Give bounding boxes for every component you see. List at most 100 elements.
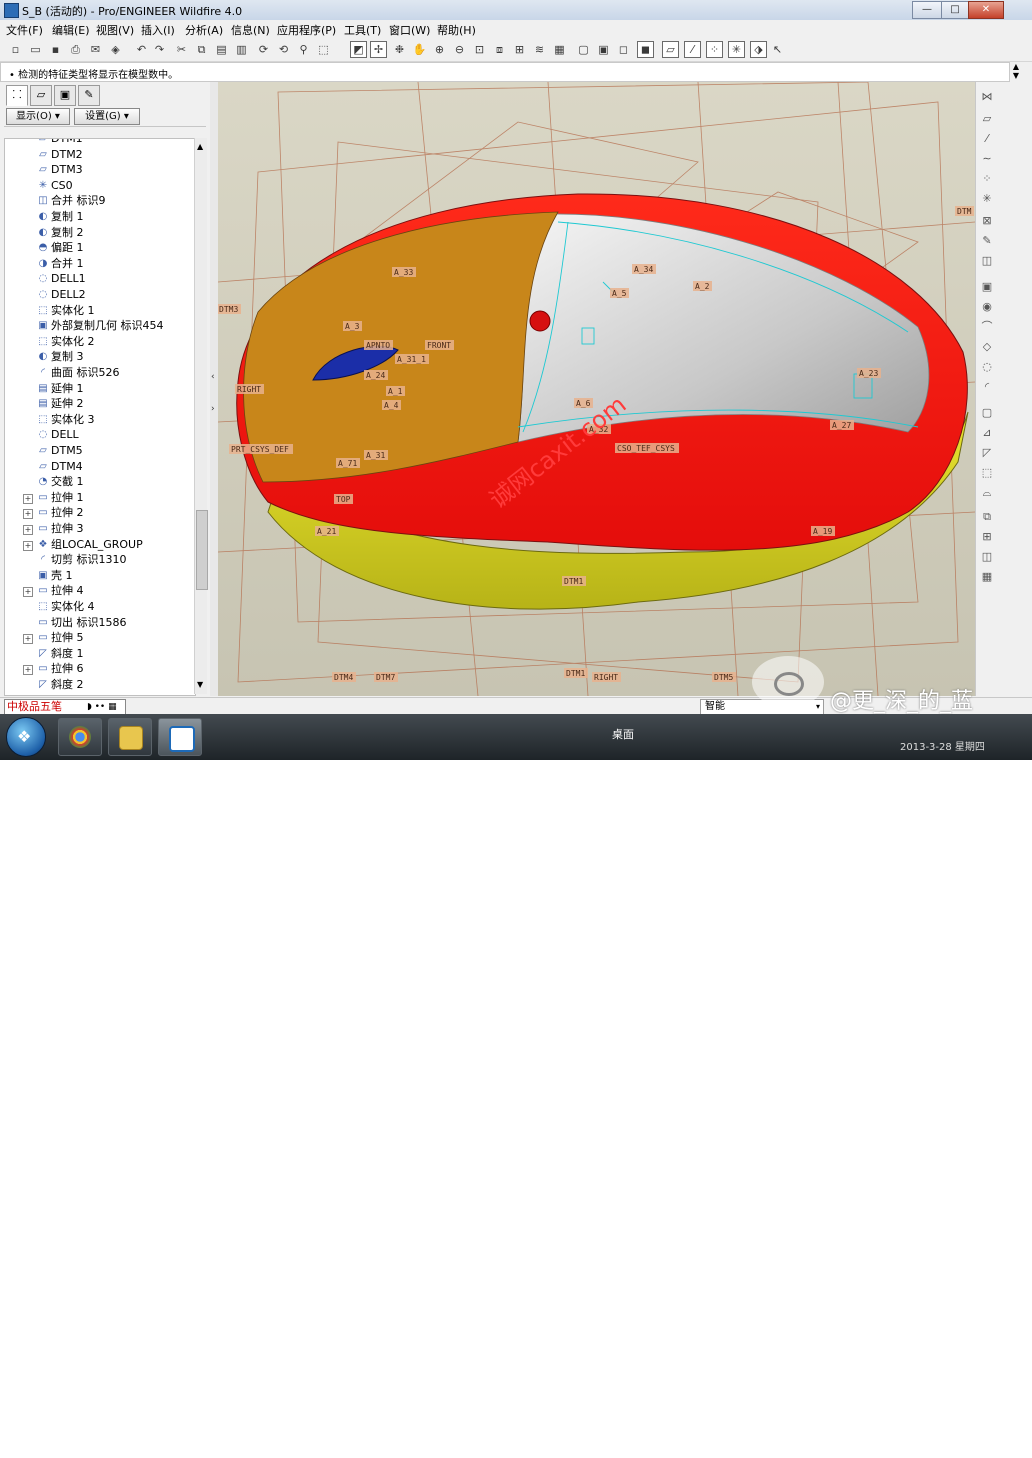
wireframe-icon[interactable]: ▢: [576, 42, 591, 57]
tree-item[interactable]: ◸ 斜度 2: [5, 677, 195, 693]
menu-info[interactable]: 信息(N): [231, 22, 270, 38]
hidden-line-icon[interactable]: ▣: [596, 42, 611, 57]
datum-axes-toggle-icon[interactable]: ⁄: [684, 41, 701, 58]
tree-item[interactable]: ◓ 偏距 1: [5, 240, 195, 256]
tree-item[interactable]: ▱ DTM5: [5, 443, 195, 459]
datum-label[interactable]: DTM4: [332, 672, 356, 682]
sketch2-tool-icon[interactable]: ◫: [980, 254, 994, 268]
analysis-tool-icon[interactable]: ⊠: [980, 214, 994, 228]
datum-label[interactable]: A_3: [343, 321, 362, 331]
shading-icon[interactable]: ◼: [637, 41, 654, 58]
datum-label[interactable]: A_2: [693, 281, 712, 291]
paste-icon[interactable]: ▤: [214, 42, 229, 57]
tree-item[interactable]: + ▭ 拉伸 4: [5, 583, 195, 599]
layers-icon[interactable]: ≋: [532, 42, 547, 57]
tree-item[interactable]: + ▭ 拉伸 2: [5, 505, 195, 521]
datum-label[interactable]: A_33: [392, 267, 416, 277]
rib-tool-icon[interactable]: ⊿: [980, 426, 994, 440]
paste-special-icon[interactable]: ▥: [234, 42, 249, 57]
pattern-tool-icon[interactable]: ⊞: [980, 530, 994, 544]
expand-icon[interactable]: +: [23, 540, 33, 551]
datum-label[interactable]: RIGHT: [592, 672, 621, 682]
tree-item[interactable]: ▱ DTM4: [5, 459, 195, 475]
datum-label[interactable]: DTM: [955, 206, 974, 216]
graphics-viewport[interactable]: A_33 A_34 A_5 A_2 A_3 A_6 A_1 A_4 A_23 A_27 A_32 A_…: [218, 82, 975, 696]
tree-item[interactable]: + ▭ 拉伸 6: [5, 661, 195, 677]
expand-icon[interactable]: +: [23, 587, 33, 598]
menu-file[interactable]: 文件(F): [6, 22, 43, 38]
shell-tool-icon[interactable]: ▢: [980, 406, 994, 420]
print-icon[interactable]: ⎙: [68, 42, 83, 57]
trim-tool-icon[interactable]: ⌓: [980, 486, 994, 500]
point-tool-icon[interactable]: ⁘: [980, 172, 994, 186]
regenerate-icon[interactable]: ⟳: [256, 42, 271, 57]
datum-label[interactable]: A_24: [364, 370, 388, 380]
axis-tool-icon[interactable]: ⁄: [980, 132, 994, 146]
tree-item[interactable]: ▣ 外部复制几何 标识454: [5, 318, 195, 334]
datum-label[interactable]: A_6: [574, 398, 593, 408]
datum-plane-tool-icon[interactable]: ⋈: [980, 90, 994, 104]
regen-manager-icon[interactable]: ⟲: [276, 42, 291, 57]
tree-item[interactable]: ⬚ 实体化 1: [5, 303, 195, 319]
tree-item[interactable]: ◌ DELL: [5, 427, 195, 443]
datum-label[interactable]: TOP: [334, 494, 353, 504]
refit-icon[interactable]: ⊡: [472, 42, 487, 57]
orient-mode-icon[interactable]: ❉: [392, 42, 407, 57]
select-box-icon[interactable]: ⬚: [316, 42, 331, 57]
expand-icon[interactable]: +: [23, 525, 33, 535]
expand-icon[interactable]: +: [23, 665, 33, 676]
datum-label[interactable]: A_34: [632, 264, 656, 274]
tree-item[interactable]: ▱ DTM3: [5, 162, 195, 178]
sketch-tool-icon[interactable]: ✎: [980, 234, 994, 248]
plane-tool-icon[interactable]: ▱: [980, 112, 994, 126]
tree-scrollbar[interactable]: ▲ ▼: [194, 138, 208, 694]
datum-label[interactable]: A_1: [386, 386, 405, 396]
tree-item[interactable]: ⬚ 实体化 3: [5, 412, 195, 428]
csys-toggle-icon[interactable]: ✳: [728, 41, 745, 58]
tree-item[interactable]: ◌ DELL1: [5, 271, 195, 287]
undo-icon[interactable]: ↶: [134, 42, 149, 57]
tree-item[interactable]: + ▭ 拉伸 1: [5, 490, 195, 506]
datum-label[interactable]: DTM5: [712, 672, 736, 682]
tree-item[interactable]: ◌ DELL2: [5, 287, 195, 303]
mirror-tool-icon[interactable]: ⧉: [980, 510, 994, 524]
panel-splitter[interactable]: ‹ ›: [210, 82, 218, 696]
zoom-in-icon[interactable]: ⊕: [432, 42, 447, 57]
message-scroll[interactable]: ▲ ▼: [1010, 62, 1022, 80]
round-tool-icon[interactable]: ◜: [980, 380, 994, 394]
tree-item[interactable]: ◜ 曲面 标识526: [5, 365, 195, 381]
csys-tool-icon[interactable]: ✳: [980, 192, 994, 206]
email-icon[interactable]: ✉: [88, 42, 103, 57]
datum-label[interactable]: A_31: [364, 450, 388, 460]
ime-indicator[interactable]: 中极品五笔 ◗ •• ▦: [4, 699, 126, 715]
thicken-tool-icon[interactable]: ▦: [980, 570, 994, 584]
datum-label[interactable]: A_5: [610, 288, 629, 298]
datum-label[interactable]: A_23: [857, 368, 881, 378]
scroll-down-icon[interactable]: ▼: [197, 680, 203, 689]
model-tree-tab-icon[interactable]: ⸬: [6, 85, 28, 106]
settings-dropdown[interactable]: 设置(G) ▾: [74, 108, 140, 125]
scroll-up-icon[interactable]: ▲: [197, 142, 203, 151]
tree-item[interactable]: ▱ DTM2: [5, 147, 195, 163]
desktop-toolbar-label[interactable]: 桌面: [612, 726, 634, 742]
scroll-thumb[interactable]: [196, 510, 208, 590]
close-button[interactable]: ✕: [968, 1, 1004, 19]
restore-button[interactable]: □: [941, 1, 969, 19]
datum-label[interactable]: A_19: [811, 526, 835, 536]
tree-item[interactable]: ◸ 斜度 1: [5, 646, 195, 662]
tree-item[interactable]: + ▭ 拉伸 5: [5, 630, 195, 646]
datum-label[interactable]: A_4: [382, 400, 401, 410]
clock-date[interactable]: 2013-3-28 星期四: [900, 738, 985, 753]
datum-planes-toggle-icon[interactable]: ▱: [662, 41, 679, 58]
datum-label[interactable]: PRT_CSYS_DEF: [229, 444, 293, 454]
curve-tool-icon[interactable]: ∼: [980, 152, 994, 166]
send-icon[interactable]: ◈: [108, 42, 123, 57]
tree-item[interactable]: + ❖ 组LOCAL_GROUP: [5, 537, 195, 553]
tree-item[interactable]: ▣ 壳 1: [5, 568, 195, 584]
menu-tools[interactable]: 工具(T): [344, 22, 381, 38]
menu-help[interactable]: 帮助(H): [437, 22, 476, 38]
show-dropdown[interactable]: 显示(O) ▾: [6, 108, 70, 125]
tree-item[interactable]: ✳ CS0: [5, 178, 195, 194]
sweep-tool-icon[interactable]: ⌒: [980, 320, 994, 334]
redo-icon[interactable]: ↷: [152, 42, 167, 57]
